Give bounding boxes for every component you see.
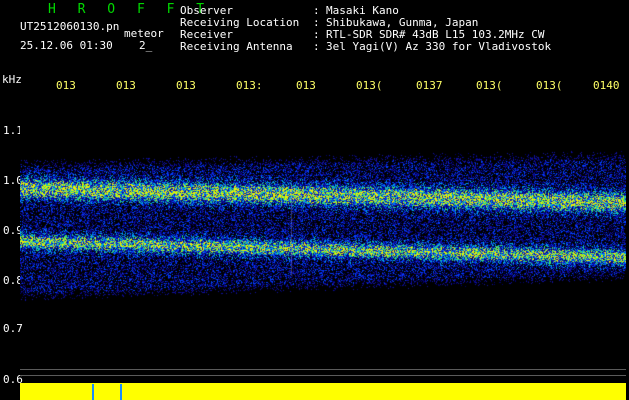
noise-level-bar: [20, 383, 626, 400]
info-colon: :: [313, 16, 320, 29]
location-label: Receiving Location: [180, 16, 300, 29]
meteor-marker: [92, 384, 94, 400]
receiver-label: Receiver: [180, 28, 233, 41]
x-tick-label: 013(: [536, 79, 563, 92]
observer-label: Observer: [180, 4, 233, 17]
info-colon: :: [313, 40, 320, 53]
observer-value: Masaki Kano: [326, 4, 399, 17]
antenna-label: Receiving Antenna: [180, 40, 293, 53]
datetime-label: 25.12.06 01:30: [20, 39, 113, 52]
x-tick-label: 0140: [593, 79, 620, 92]
spectrogram-window: H R O F F T UT2512060130.pn meteor 25.12…: [0, 0, 629, 400]
x-tick-label: 013(: [356, 79, 383, 92]
x-tick-label: 0137: [416, 79, 443, 92]
filename-label: UT2512060130.pn: [20, 20, 120, 33]
y-axis-unit: kHz: [2, 73, 22, 86]
meteor-count: 2_: [139, 39, 153, 52]
x-tick-label: 013: [176, 79, 196, 92]
plot-baseline: [20, 375, 626, 376]
receiver-value: RTL-SDR SDR# 43dB L15 103.2MHz CW: [326, 28, 545, 41]
meteor-marker: [120, 384, 122, 400]
x-tick-label: 013: [56, 79, 76, 92]
spectrogram-plot: [20, 96, 626, 321]
x-tick-label: 013(: [476, 79, 503, 92]
info-colon: :: [313, 28, 320, 41]
y-tick-label: 0.7: [3, 322, 23, 335]
info-colon: :: [313, 4, 320, 17]
x-tick-label: 013: [116, 79, 136, 92]
antenna-value: 3el Yagi(V) Az 330 for Vladivostok: [326, 40, 552, 53]
plot-baseline: [20, 369, 626, 370]
meteor-label: meteor: [124, 27, 164, 40]
x-tick-label: 013:: [236, 79, 263, 92]
location-value: Shibukawa, Gunma, Japan: [326, 16, 479, 29]
x-tick-label: 013: [296, 79, 316, 92]
